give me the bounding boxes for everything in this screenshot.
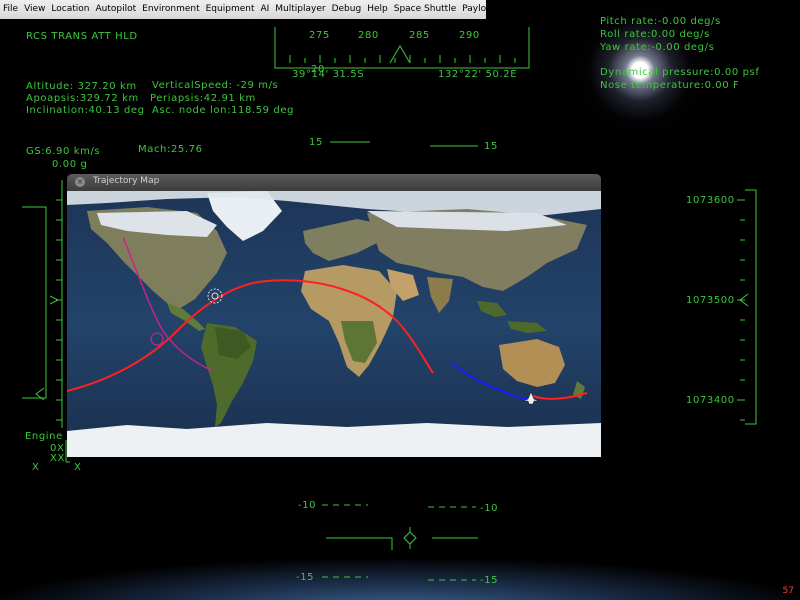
menu-ai[interactable]: AI <box>257 0 272 19</box>
speed-tape-ticks <box>56 180 63 428</box>
longitude-readout: 132°22' 50.2E <box>438 69 518 80</box>
map-titlebar[interactable]: × Trajectory Map <box>67 174 601 191</box>
menu-autopilot[interactable]: Autopilot <box>93 0 140 19</box>
inclination-readout: Inclination:40.13 deg <box>26 105 145 116</box>
world-map <box>67 191 601 457</box>
menu-bar: File View Location Autopilot Environment… <box>0 0 550 19</box>
menu-file[interactable]: File <box>0 0 21 19</box>
apoapsis-readout: Apoapsis:329.72 km <box>26 93 139 104</box>
heading-tick-290: 290 <box>459 30 480 41</box>
engine-glyph-2: XX <box>50 453 65 464</box>
heading-tick-285: 285 <box>409 30 430 41</box>
latitude-readout: 39°14' 31.5S <box>292 69 365 80</box>
alt-tape-label-3: 1073400 <box>686 395 735 406</box>
pitch-label-m15-right: -15 <box>480 575 499 586</box>
flight-path-marker <box>403 531 417 545</box>
pitch-label-m10-left: -10 <box>298 500 317 511</box>
menu-view[interactable]: View <box>21 0 48 19</box>
pitch-label-m10-right: -10 <box>480 503 499 514</box>
autopilot-mode: RCS TRANS ATT HLD <box>26 31 138 42</box>
engine-glyph-3: X <box>32 462 40 473</box>
altitude-readout: Altitude: 327.20 km <box>26 81 137 92</box>
dynamic-pressure-readout: Dynamical pressure:0.00 psf <box>600 67 760 78</box>
yaw-rate-readout: Yaw rate:-0.00 deg/s <box>600 42 715 53</box>
pitch-label-15-left: 15 <box>309 137 323 148</box>
periapsis-readout: Periapsis:42.91 km <box>150 93 256 104</box>
menu-multiplayer[interactable]: Multiplayer <box>272 0 328 19</box>
alt-tape-frame <box>745 189 757 425</box>
g-load-readout: 0.00 g <box>52 159 88 170</box>
close-icon[interactable]: × <box>75 177 85 187</box>
menu-location[interactable]: Location <box>48 0 92 19</box>
menu-environment[interactable]: Environment <box>139 0 202 19</box>
alt-tape-label-2: 1073500 <box>686 295 735 306</box>
heading-caret <box>389 45 411 64</box>
fps-counter: 57 <box>782 586 794 596</box>
mach-readout: Mach:25.76 <box>138 144 203 155</box>
heading-tape-ticks <box>289 55 516 63</box>
ground-speed-readout: GS:6.90 km/s <box>26 146 101 157</box>
alt-tape-label-1: 1073600 <box>686 195 735 206</box>
antarctica <box>67 423 601 457</box>
vertical-speed-readout: VerticalSpeed: -29 m/s <box>152 80 279 91</box>
horizon-bar-left <box>326 537 393 550</box>
alt-tape-ticks <box>737 199 745 421</box>
heading-tick-275: 275 <box>309 30 330 41</box>
asc-node-readout: Asc. node lon:118.59 deg <box>152 105 295 116</box>
map-window-title: Trajectory Map <box>93 176 160 186</box>
menu-payload-operations[interactable]: Payload Operations <box>459 0 552 19</box>
pitch-rate-readout: Pitch rate:-0.00 deg/s <box>600 16 721 27</box>
menu-help[interactable]: Help <box>364 0 391 19</box>
engine-label: Engine <box>25 431 63 442</box>
menu-equipment[interactable]: Equipment <box>203 0 258 19</box>
nose-temperature-readout: Nose temperature:0.00 F <box>600 80 740 91</box>
menu-space-shuttle[interactable]: Space Shuttle <box>391 0 460 19</box>
pitch-label-m15-left: -15 <box>296 572 315 583</box>
trajectory-map-window[interactable]: × Trajectory Map <box>67 174 601 457</box>
speed-tape-frame <box>22 206 47 399</box>
pitch-label-15-right: 15 <box>484 141 498 152</box>
engine-glyph-4: X <box>74 462 82 473</box>
heading-tick-280: 280 <box>358 30 379 41</box>
menu-debug[interactable]: Debug <box>329 0 365 19</box>
roll-rate-readout: Roll rate:0.00 deg/s <box>600 29 710 40</box>
